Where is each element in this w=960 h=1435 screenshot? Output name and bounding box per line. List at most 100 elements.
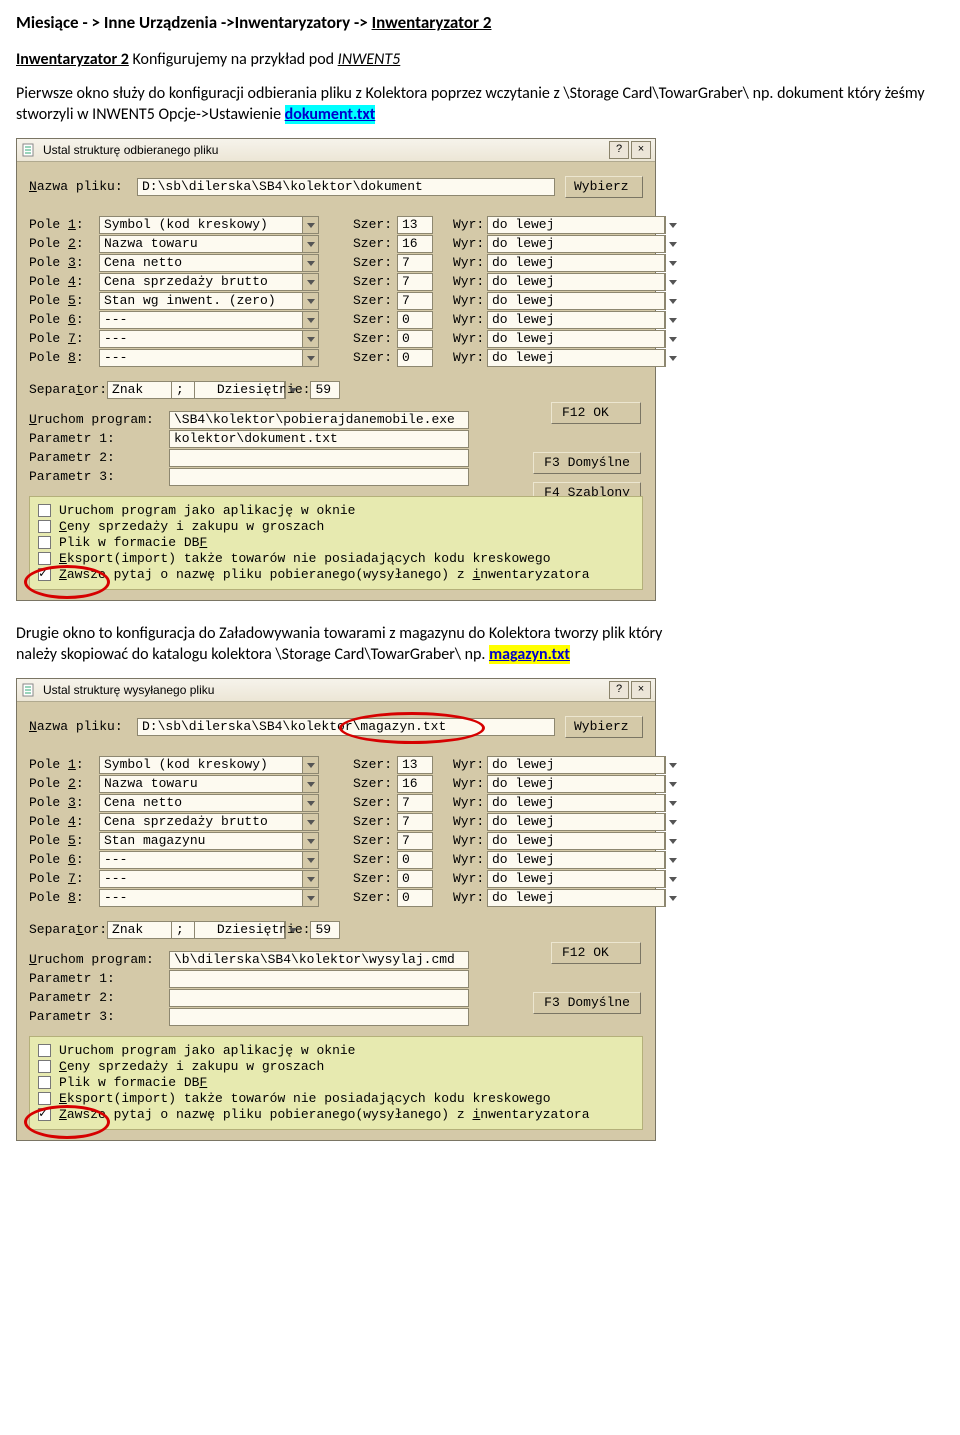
dropdown-icon[interactable] <box>303 832 319 850</box>
wyr-value-input[interactable] <box>487 349 665 367</box>
dropdown-icon[interactable] <box>303 775 319 793</box>
dziesietnie-input[interactable] <box>310 921 340 939</box>
wyr-value-input[interactable] <box>487 813 665 831</box>
help-button[interactable]: ? <box>609 141 629 159</box>
dropdown-icon[interactable] <box>665 235 666 253</box>
szer-input[interactable] <box>397 311 433 329</box>
wybierz-button[interactable]: Wybierz <box>565 176 643 198</box>
pole-combo[interactable] <box>99 756 319 774</box>
wyr-value-input[interactable] <box>487 851 665 869</box>
dropdown-icon[interactable] <box>665 775 666 793</box>
dropdown-icon[interactable] <box>303 851 319 869</box>
checkbox-4[interactable] <box>38 1092 51 1105</box>
checkbox-3[interactable] <box>38 536 51 549</box>
dropdown-icon[interactable] <box>303 349 319 367</box>
pole-combo[interactable] <box>99 349 319 367</box>
wyr-combo[interactable] <box>487 756 579 774</box>
pole-combo[interactable] <box>99 813 319 831</box>
close-button[interactable]: × <box>631 141 651 159</box>
wyr-value-input[interactable] <box>487 832 665 850</box>
szer-input[interactable] <box>397 756 433 774</box>
dropdown-icon[interactable] <box>303 330 319 348</box>
pole-value-input[interactable] <box>99 235 303 253</box>
separator-combo[interactable] <box>107 381 161 399</box>
pole-combo[interactable] <box>99 889 319 907</box>
separator-char-input[interactable] <box>171 921 195 939</box>
wyr-combo[interactable] <box>487 832 579 850</box>
dropdown-icon[interactable] <box>303 813 319 831</box>
uruchom-program-input[interactable] <box>169 951 469 969</box>
pole-combo[interactable] <box>99 254 319 272</box>
pole-value-input[interactable] <box>99 349 303 367</box>
pole-value-input[interactable] <box>99 775 303 793</box>
dropdown-icon[interactable] <box>665 292 666 310</box>
wyr-combo[interactable] <box>487 273 579 291</box>
dropdown-icon[interactable] <box>665 216 666 234</box>
help-button[interactable]: ? <box>609 681 629 699</box>
wyr-combo[interactable] <box>487 349 579 367</box>
szer-input[interactable] <box>397 349 433 367</box>
checkbox-2[interactable] <box>38 520 51 533</box>
dropdown-icon[interactable] <box>665 311 666 329</box>
wyr-combo[interactable] <box>487 794 579 812</box>
dropdown-icon[interactable] <box>285 381 286 399</box>
pole-value-input[interactable] <box>99 254 303 272</box>
param2-input[interactable] <box>169 989 469 1007</box>
checkbox-5[interactable] <box>38 568 51 581</box>
dropdown-icon[interactable] <box>303 756 319 774</box>
dropdown-icon[interactable] <box>285 921 286 939</box>
pole-combo[interactable] <box>99 273 319 291</box>
dropdown-icon[interactable] <box>303 235 319 253</box>
separator-char-input[interactable] <box>171 381 195 399</box>
dropdown-icon[interactable] <box>665 349 666 367</box>
wyr-value-input[interactable] <box>487 794 665 812</box>
pole-value-input[interactable] <box>99 794 303 812</box>
szer-input[interactable] <box>397 216 433 234</box>
wyr-value-input[interactable] <box>487 870 665 888</box>
pole-combo[interactable] <box>99 235 319 253</box>
wyr-combo[interactable] <box>487 311 579 329</box>
dropdown-icon[interactable] <box>303 794 319 812</box>
pole-value-input[interactable] <box>99 292 303 310</box>
ok-button[interactable]: F12 OK <box>551 402 641 424</box>
wyr-combo[interactable] <box>487 330 579 348</box>
pole-value-input[interactable] <box>99 870 303 888</box>
dropdown-icon[interactable] <box>665 330 666 348</box>
wyr-value-input[interactable] <box>487 889 665 907</box>
dziesietnie-input[interactable] <box>310 381 340 399</box>
dropdown-icon[interactable] <box>303 292 319 310</box>
pole-value-input[interactable] <box>99 889 303 907</box>
dropdown-icon[interactable] <box>665 813 666 831</box>
wyr-value-input[interactable] <box>487 775 665 793</box>
szer-input[interactable] <box>397 330 433 348</box>
checkbox-1[interactable] <box>38 504 51 517</box>
pole-combo[interactable] <box>99 292 319 310</box>
wyr-combo[interactable] <box>487 813 579 831</box>
dropdown-icon[interactable] <box>665 889 666 907</box>
dropdown-icon[interactable] <box>303 273 319 291</box>
dropdown-icon[interactable] <box>665 273 666 291</box>
wyr-combo[interactable] <box>487 216 579 234</box>
szer-input[interactable] <box>397 235 433 253</box>
param1-input[interactable] <box>169 430 469 448</box>
wyr-value-input[interactable] <box>487 330 665 348</box>
pole-value-input[interactable] <box>99 813 303 831</box>
wyr-value-input[interactable] <box>487 235 665 253</box>
checkbox-3[interactable] <box>38 1076 51 1089</box>
szer-input[interactable] <box>397 794 433 812</box>
checkbox-2[interactable] <box>38 1060 51 1073</box>
dropdown-icon[interactable] <box>303 870 319 888</box>
szer-input[interactable] <box>397 775 433 793</box>
wyr-combo[interactable] <box>487 851 579 869</box>
szer-input[interactable] <box>397 813 433 831</box>
dropdown-icon[interactable] <box>303 216 319 234</box>
checkbox-4[interactable] <box>38 552 51 565</box>
checkbox-5[interactable] <box>38 1108 51 1121</box>
wyr-value-input[interactable] <box>487 254 665 272</box>
param1-input[interactable] <box>169 970 469 988</box>
close-button[interactable]: × <box>631 681 651 699</box>
pole-combo[interactable] <box>99 216 319 234</box>
param3-input[interactable] <box>169 468 469 486</box>
domyslne-button[interactable]: F3 Domyślne <box>533 452 641 474</box>
wyr-value-input[interactable] <box>487 756 665 774</box>
